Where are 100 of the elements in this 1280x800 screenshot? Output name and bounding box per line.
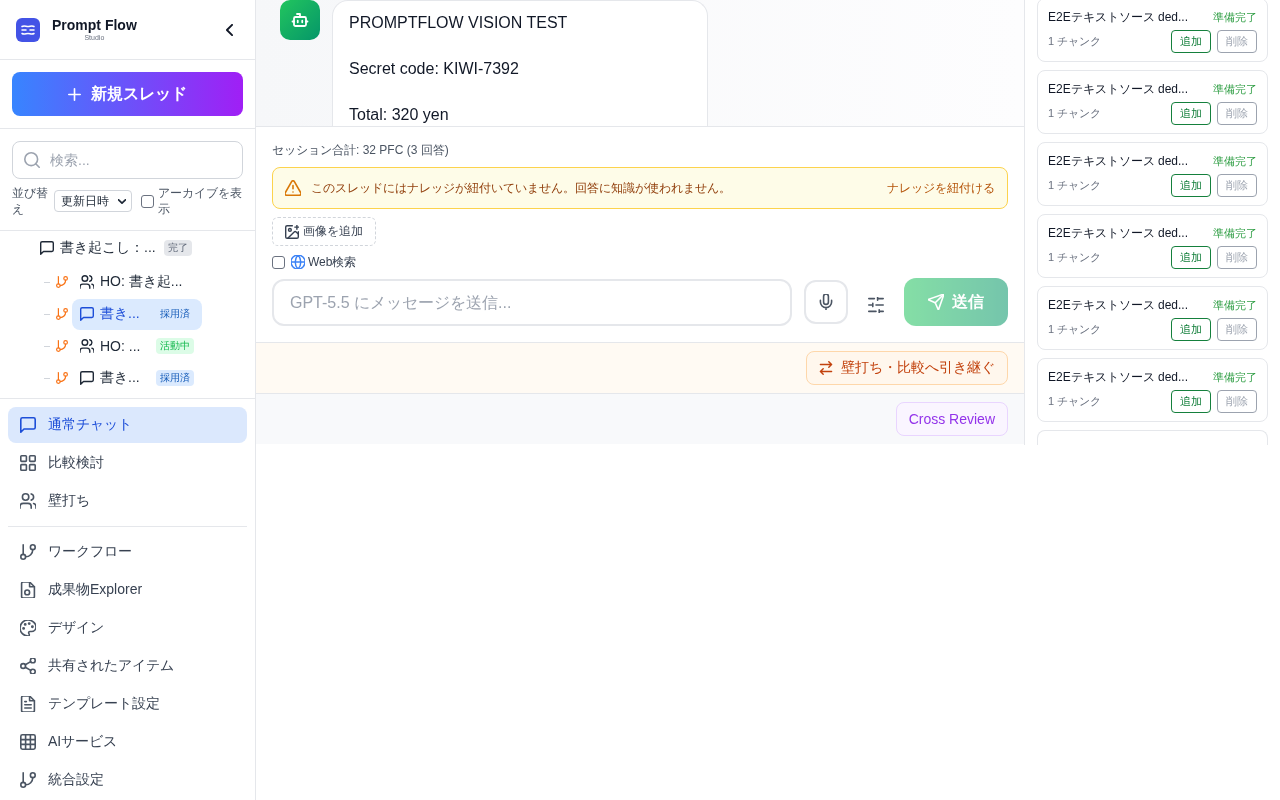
branch-icon: [56, 372, 68, 384]
nav-item[interactable]: ワークフロー: [8, 534, 247, 570]
chevron-down-icon: [118, 198, 126, 204]
status-label: 準備完了: [1213, 153, 1257, 169]
link-knowledge[interactable]: ナレッジを紐付ける: [887, 179, 995, 197]
message-input[interactable]: GPT-5.5 にメッセージを送信...: [272, 278, 792, 326]
add-button[interactable]: 追加: [1171, 318, 1211, 341]
search-field[interactable]: 検索...: [12, 141, 243, 179]
nav-item[interactable]: 共有されたアイテム: [8, 648, 247, 684]
people-icon: [80, 339, 94, 353]
status-badge: 採用済: [156, 370, 194, 386]
thread-title: 書き...: [100, 305, 141, 323]
nav-item[interactable]: 通常チャット: [8, 407, 247, 443]
web-search-checkbox[interactable]: [272, 255, 285, 269]
chevron-left-icon: [225, 23, 233, 36]
message-text: PROMPTFLOW VISION TEST: [349, 13, 569, 33]
message-text: Secret code: KIWI-7392: [349, 59, 520, 79]
status-badge: 完了: [163, 240, 192, 256]
archive-label: アーカイブを表示: [158, 185, 243, 217]
chunk-count: 1 チャンク: [1048, 106, 1102, 121]
chunk-count: 1 チャンク: [1048, 322, 1102, 337]
status-label: 準備完了: [1213, 225, 1257, 241]
cross-review-button[interactable]: Cross Review: [895, 402, 1008, 436]
branch-icon: [20, 772, 36, 788]
plus-icon: [68, 87, 81, 101]
document-icon: [20, 582, 36, 598]
status-badge: 活動中: [156, 338, 194, 354]
logo-icon: [16, 17, 40, 42]
status-label: 準備完了: [1213, 81, 1257, 97]
source-title: E2Eテキストソース ded...: [1048, 224, 1189, 242]
thread-title: 書き起こし：...: [60, 239, 156, 257]
chat-bubble-icon: [20, 417, 36, 433]
chat-bubble-icon: [80, 307, 94, 321]
warning-text: このスレッドにはナレッジが紐付いていません。回答に知識が使われません。: [311, 179, 732, 197]
chunk-count: 1 チャンク: [1048, 394, 1102, 409]
add-button[interactable]: 追加: [1171, 174, 1211, 197]
source-title: E2Eテキストソース ded...: [1048, 368, 1189, 386]
tree-connector-line: [44, 281, 50, 283]
status-label: 準備完了: [1213, 297, 1257, 313]
web-search-label: Web検索: [308, 253, 357, 271]
nav-item[interactable]: デザイン: [8, 610, 247, 646]
search-icon: [24, 152, 40, 168]
nav-item[interactable]: 統合設定: [8, 762, 247, 798]
nav-item[interactable]: 成果物Explorer: [8, 572, 247, 608]
source-title: E2Eテキストソース ded...: [1048, 8, 1189, 26]
warning-icon: [285, 180, 301, 196]
file-text-icon: [20, 696, 36, 712]
nav-item[interactable]: 比較検討: [8, 445, 247, 481]
people-icon: [20, 493, 36, 509]
status-label: 準備完了: [1213, 369, 1257, 385]
send-icon: [928, 294, 944, 310]
thread-item[interactable]: 書き起こし：... 完了: [32, 232, 200, 264]
archive-checkbox[interactable]: [141, 194, 154, 208]
microphone-icon: [818, 294, 834, 310]
palette-icon: [20, 620, 36, 636]
chat-bubble-icon: [40, 241, 54, 255]
tree-connector-line: [44, 377, 50, 379]
nav-item[interactable]: テンプレート設定: [8, 686, 247, 722]
add-button[interactable]: 追加: [1171, 30, 1211, 53]
table-icon: [20, 734, 36, 750]
sort-label: 並び替え: [12, 185, 49, 217]
new-thread-button[interactable]: 新規スレッド: [12, 72, 243, 116]
source-title: E2Eテキストソース ded...: [1048, 80, 1189, 98]
thread-title: 書き...: [100, 369, 141, 387]
swap-arrows-icon: [819, 361, 833, 375]
thread-item[interactable]: 書き... 採用済: [72, 362, 202, 394]
sort-select[interactable]: 更新日時: [54, 190, 132, 212]
share-icon: [20, 658, 36, 674]
source-title: E2Eテキストソース ded...: [1048, 152, 1189, 170]
thread-item[interactable]: HO: 書き起...: [72, 266, 191, 298]
handoff-button[interactable]: 壁打ち・比較へ引き継ぐ: [806, 351, 1008, 385]
add-image-button[interactable]: 画像を追加: [272, 217, 376, 246]
globe-icon: [291, 255, 305, 269]
add-button[interactable]: 追加: [1171, 102, 1211, 125]
nav-item[interactable]: 壁打ち: [8, 483, 247, 519]
branch-icon: [56, 308, 68, 320]
thread-item[interactable]: HO: ... 活動中: [72, 330, 202, 362]
thread-title: HO: 書き起...: [100, 273, 183, 291]
grid-icon: [20, 455, 36, 471]
chunk-count: 1 チャンク: [1048, 178, 1102, 193]
add-button[interactable]: 追加: [1171, 246, 1211, 269]
microphone-button[interactable]: [804, 280, 848, 324]
chat-bubble-icon: [80, 371, 94, 385]
branch-icon: [56, 340, 68, 352]
chunk-count: 1 チャンク: [1048, 250, 1102, 265]
status-label: 準備完了: [1213, 9, 1257, 25]
branch-icon: [20, 544, 36, 560]
branch-icon: [56, 276, 68, 288]
source-title: E2Eテキストソース ded...: [1048, 296, 1189, 314]
tree-connector-line: [44, 345, 50, 347]
image-plus-icon: [285, 224, 299, 239]
message-text: Total: 320 yen: [349, 105, 450, 125]
tree-connector-line: [44, 313, 50, 315]
thread-item[interactable]: 書き... 採用済: [72, 298, 202, 330]
bot-avatar-icon: [280, 0, 320, 40]
add-button[interactable]: 追加: [1171, 390, 1211, 413]
people-icon: [80, 275, 94, 289]
chunk-count: 1 チャンク: [1048, 34, 1102, 49]
thread-title: HO: ...: [100, 338, 142, 354]
nav-item[interactable]: AIサービス: [8, 724, 247, 760]
